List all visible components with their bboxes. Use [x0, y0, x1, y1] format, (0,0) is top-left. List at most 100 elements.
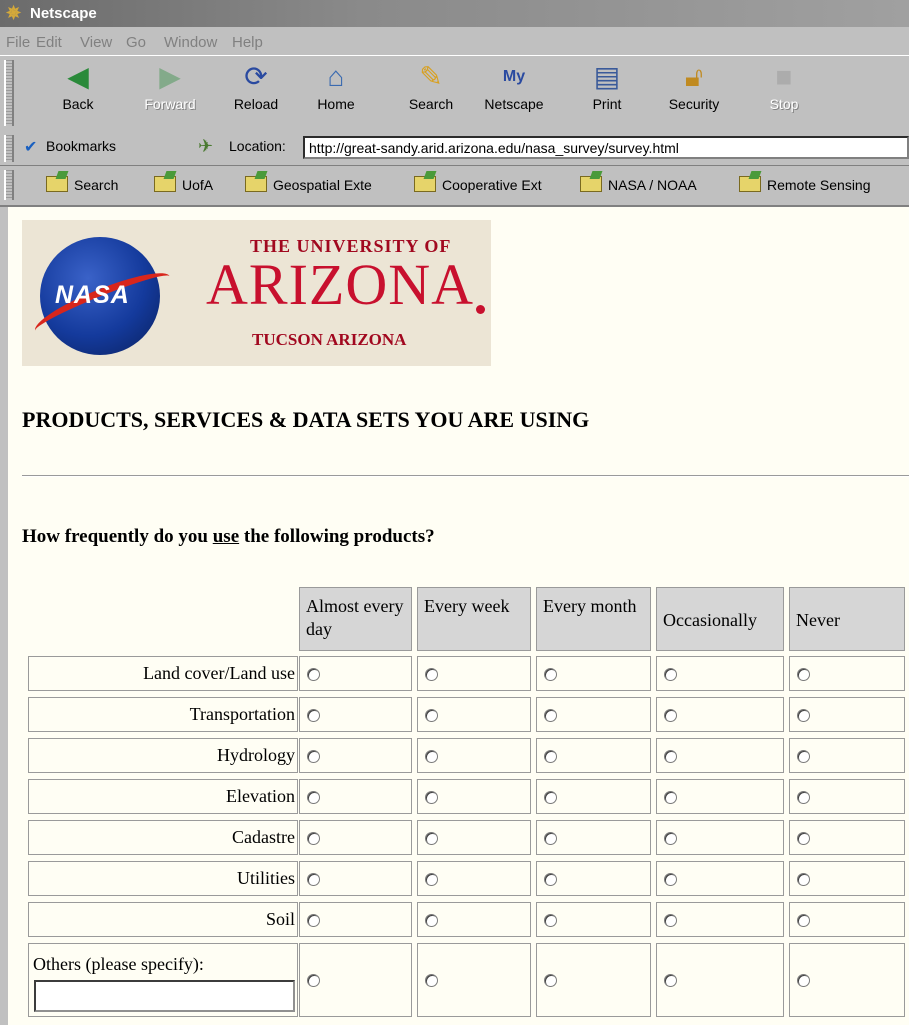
- radio-soil-almost-every-day[interactable]: [307, 914, 320, 927]
- padlock-icon: 🔓︎: [684, 61, 704, 92]
- radio-utilities-every-month[interactable]: [544, 873, 557, 886]
- bookmark-nasa-noaa[interactable]: NASA / NOAA: [580, 176, 697, 193]
- location-grip-handle[interactable]: [4, 135, 14, 162]
- radio-land-cover-land-use-every-month[interactable]: [544, 668, 557, 681]
- column-header-never: Never: [789, 587, 905, 651]
- radio-soil-every-week[interactable]: [425, 914, 438, 927]
- radio-land-cover-land-use-occasionally[interactable]: [664, 668, 677, 681]
- table-cell: [536, 779, 651, 814]
- bookmark-uofa[interactable]: UofA: [154, 176, 213, 193]
- radio-soil-occasionally[interactable]: [664, 914, 677, 927]
- table-cell: [789, 902, 905, 937]
- radio-cadastre-every-week[interactable]: [425, 832, 438, 845]
- radio-hydrology-every-week[interactable]: [425, 750, 438, 763]
- radio-land-cover-land-use-every-week[interactable]: [425, 668, 438, 681]
- table-cell: [417, 820, 531, 855]
- radio-utilities-never[interactable]: [797, 873, 810, 886]
- bookmark-search[interactable]: Search: [46, 176, 118, 193]
- column-header-every-week: Every week: [417, 587, 531, 651]
- radio-transportation-never[interactable]: [797, 709, 810, 722]
- table-cell: [417, 656, 531, 691]
- radio-utilities-almost-every-day[interactable]: [307, 873, 320, 886]
- bookmarks-icon[interactable]: ✔: [24, 137, 37, 157]
- radio-utilities-occasionally[interactable]: [664, 873, 677, 886]
- table-cell: [299, 902, 412, 937]
- menu-window[interactable]: Window: [164, 34, 217, 51]
- nasa-ua-banner: NASA THE UNIVERSITY OF ARIZONA TUCSON AR…: [22, 220, 491, 366]
- table-cell: [789, 820, 905, 855]
- netscape-button[interactable]: My Netscape: [478, 60, 550, 126]
- radio-land-cover-land-use-almost-every-day[interactable]: [307, 668, 320, 681]
- home-button[interactable]: ⌂ Home: [300, 60, 372, 126]
- home-icon: ⌂: [327, 61, 345, 92]
- table-cell: [656, 943, 784, 1017]
- radio-transportation-every-month[interactable]: [544, 709, 557, 722]
- forward-button[interactable]: ▶ Forward: [134, 60, 206, 126]
- radio-cadastre-never[interactable]: [797, 832, 810, 845]
- folder-icon: [245, 176, 267, 192]
- personal-grip-handle[interactable]: [4, 170, 14, 200]
- bookmark-geospatial[interactable]: Geospatial Exte: [245, 176, 372, 193]
- radio-others-never[interactable]: [797, 974, 810, 987]
- radio-hydrology-every-month[interactable]: [544, 750, 557, 763]
- column-header-every-month: Every month: [536, 587, 651, 651]
- url-field[interactable]: http://great-sandy.arid.arizona.edu/nasa…: [303, 136, 909, 159]
- radio-elevation-almost-every-day[interactable]: [307, 791, 320, 804]
- table-cell: [417, 902, 531, 937]
- table-cell: [789, 861, 905, 896]
- radio-others-every-month[interactable]: [544, 974, 557, 987]
- radio-cadastre-every-month[interactable]: [544, 832, 557, 845]
- radio-elevation-every-week[interactable]: [425, 791, 438, 804]
- registered-mark: [476, 305, 485, 314]
- back-button[interactable]: ◀ Back: [42, 60, 114, 126]
- row-label-transportation: Transportation: [28, 697, 298, 732]
- location-label: Location:: [229, 138, 286, 154]
- radio-hydrology-never[interactable]: [797, 750, 810, 763]
- radio-others-occasionally[interactable]: [664, 974, 677, 987]
- page-proxy-icon[interactable]: ✈: [198, 136, 213, 157]
- table-cell: [789, 779, 905, 814]
- radio-land-cover-land-use-never[interactable]: [797, 668, 810, 681]
- search-button[interactable]: ✎ Search: [395, 60, 467, 126]
- menu-view[interactable]: View: [80, 34, 112, 51]
- menu-help[interactable]: Help: [232, 34, 263, 51]
- radio-soil-never[interactable]: [797, 914, 810, 927]
- bookmark-remote-sensing[interactable]: Remote Sensing: [739, 176, 871, 193]
- others-input[interactable]: [34, 980, 295, 1012]
- radio-soil-every-month[interactable]: [544, 914, 557, 927]
- bookmarks-button[interactable]: Bookmarks: [46, 138, 116, 154]
- stop-button[interactable]: ■ Stop: [748, 60, 820, 126]
- menu-go[interactable]: Go: [126, 34, 146, 51]
- radio-elevation-every-month[interactable]: [544, 791, 557, 804]
- radio-others-every-week[interactable]: [425, 974, 438, 987]
- radio-transportation-almost-every-day[interactable]: [307, 709, 320, 722]
- radio-cadastre-almost-every-day[interactable]: [307, 832, 320, 845]
- others-label: Others (please specify):: [33, 954, 204, 974]
- table-cell: [299, 656, 412, 691]
- menu-file[interactable]: File: [6, 34, 30, 51]
- personal-toolbar: Search UofA Geospatial Exte Cooperative …: [0, 166, 909, 207]
- table-cell: [656, 738, 784, 773]
- radio-utilities-every-week[interactable]: [425, 873, 438, 886]
- table-cell: [656, 779, 784, 814]
- print-button[interactable]: ▤ Print: [571, 60, 643, 126]
- radio-elevation-occasionally[interactable]: [664, 791, 677, 804]
- table-cell: [299, 820, 412, 855]
- radio-hydrology-almost-every-day[interactable]: [307, 750, 320, 763]
- row-label-elevation: Elevation: [28, 779, 298, 814]
- security-button[interactable]: 🔓︎ Security: [658, 60, 730, 126]
- table-cell: [417, 943, 531, 1017]
- radio-transportation-occasionally[interactable]: [664, 709, 677, 722]
- toolbar-grip-handle[interactable]: [4, 60, 14, 126]
- radio-transportation-every-week[interactable]: [425, 709, 438, 722]
- radio-cadastre-occasionally[interactable]: [664, 832, 677, 845]
- bookmark-cooperative[interactable]: Cooperative Ext: [414, 176, 542, 193]
- search-flashlight-icon: ✎: [419, 61, 443, 92]
- reload-button[interactable]: ⟳ Reload: [220, 60, 292, 126]
- radio-hydrology-occasionally[interactable]: [664, 750, 677, 763]
- radio-others-almost-every-day[interactable]: [307, 974, 320, 987]
- stop-icon: ■: [775, 61, 793, 92]
- radio-elevation-never[interactable]: [797, 791, 810, 804]
- printer-icon: ▤: [593, 61, 621, 92]
- menu-edit[interactable]: Edit: [36, 34, 62, 51]
